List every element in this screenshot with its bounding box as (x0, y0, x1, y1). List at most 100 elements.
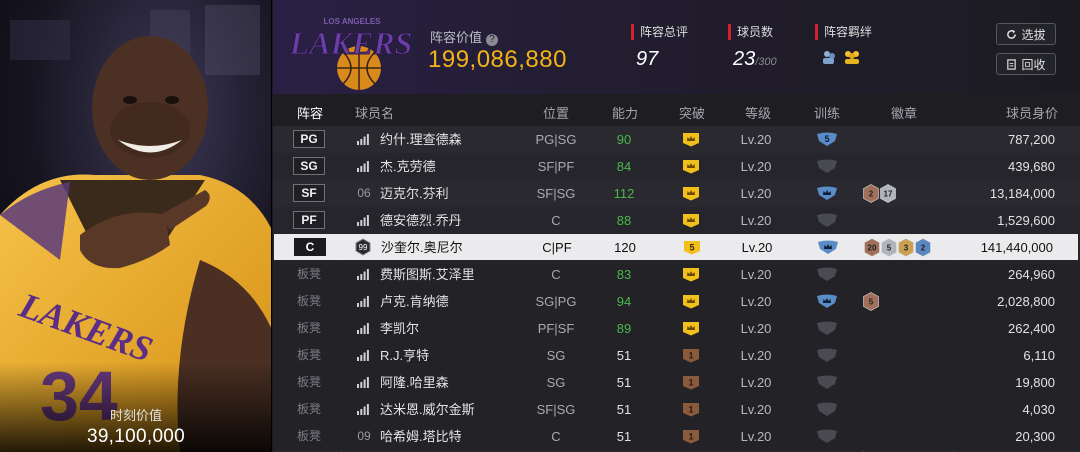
player-level: Lv.20 (740, 375, 772, 390)
table-row[interactable]: PF 德安德烈.乔丹 C 88 Lv.20 1,529,600 (273, 207, 1080, 234)
training-crown-icon (817, 186, 837, 200)
table-row[interactable]: 板凳 费斯图斯.艾泽里 C 83 Lv.20 264,960 (273, 261, 1080, 288)
table-row[interactable]: 板凳 R.J.亨特 SG 51 1 Lv.20 6,110 (273, 342, 1080, 369)
player-rating: 89 (616, 321, 632, 336)
help-icon[interactable]: ? (486, 34, 499, 46)
lineup-slot-badge: PG (293, 130, 325, 148)
player-card[interactable]: LAKERS 34 时刻价值 39,100,000 (0, 0, 272, 452)
player-position: C|PF (542, 240, 572, 255)
player-level: Lv.20 (740, 159, 772, 174)
breakthrough-level-icon: 1 (683, 349, 699, 363)
bench-label: 板凳 (297, 402, 322, 416)
player-position: SG (546, 348, 566, 363)
crown-icon (683, 133, 699, 147)
table-row[interactable]: SF 06 迈克尔.芬利 SF|SG 112 Lv.20 2 17 13,184,000 (273, 180, 1080, 207)
col-level[interactable]: 等级 (745, 103, 771, 122)
player-rating: 88 (616, 213, 632, 228)
overall-rating-value: 97 (636, 48, 659, 70)
svg-text:20: 20 (868, 244, 877, 253)
roster-table: 阵容 球员名 位置 能力 突破 等级 训练 徽章 球员身价 PG 约什.理查德森 P… (273, 94, 1080, 452)
svg-text:2: 2 (869, 190, 874, 199)
select-button[interactable]: 选拔 (996, 23, 1056, 45)
table-row[interactable]: 板凳 09 哈希姆.塔比特 C 51 1 Lv.20 20,300 (273, 423, 1080, 450)
badge-silver-icon[interactable]: 17 (880, 184, 896, 203)
player-name: 迈克尔.芬利 (380, 186, 449, 201)
player-value: 6,110 (1023, 348, 1055, 363)
table-row[interactable]: C 99 沙奎尔.奥尼尔 C|PF 120 5 Lv.20 20 5 3 2 141,440,000 (274, 234, 1078, 260)
table-row[interactable]: 板凳 达米恩.威尔金斯 SF|SG 51 1 Lv.20 4,030 (273, 396, 1080, 423)
badges-group[interactable]: 2 17 (863, 184, 896, 203)
player-rating: 84 (616, 159, 632, 174)
col-breakthrough[interactable]: 突破 (679, 103, 705, 122)
table-row[interactable]: PG 约什.理查德森 PG|SG 90 Lv.20 5 787,200 (273, 126, 1080, 153)
player-value: 13,184,000 (989, 186, 1055, 201)
player-position: SG|PG (535, 294, 577, 309)
player-position: SG (546, 375, 566, 390)
lineup-slot-badge: SG (293, 157, 325, 175)
training-crown-icon (818, 240, 838, 254)
table-row[interactable]: 板凳 阿隆.哈里森 SG 51 1 Lv.20 19,800 (273, 369, 1080, 396)
signal-icon (357, 215, 369, 226)
refresh-icon (1007, 29, 1017, 39)
table-row[interactable]: 板凳 卢克.肯纳德 SG|PG 94 Lv.20 5 2,028,800 (273, 288, 1080, 315)
crown-icon (683, 214, 699, 228)
col-rating[interactable]: 能力 (612, 103, 638, 122)
badges-group[interactable]: 5 (863, 292, 879, 311)
crown-icon (683, 322, 699, 336)
moment-value: 39,100,000 (86, 426, 186, 447)
player-level: Lv.20 (740, 294, 772, 309)
player-position: SF|SG (536, 402, 576, 417)
jersey-number-badge: 99 (355, 238, 371, 256)
player-position: SF|SG (536, 186, 576, 201)
badge-bronze-icon[interactable]: 2 (863, 184, 879, 203)
table-row[interactable]: SG 杰.克劳德 SF|PF 84 Lv.20 439,680 (273, 153, 1080, 180)
svg-text:2: 2 (921, 244, 926, 253)
overall-rating-label: 阵容总评 (631, 24, 688, 40)
recycle-button[interactable]: 回收 (996, 53, 1056, 75)
crown-icon (683, 160, 699, 174)
player-value: 1,529,600 (997, 213, 1055, 228)
bond-group-icon[interactable] (843, 49, 861, 65)
col-name[interactable]: 球员名 (355, 103, 394, 122)
moment-value-label: 时刻价值 (109, 408, 162, 423)
svg-text:LAKERS: LAKERS (289, 25, 413, 61)
badge-bronze-icon[interactable]: 5 (863, 292, 879, 311)
signal-icon (357, 134, 369, 145)
badges-group[interactable]: 20 5 3 2 (864, 238, 931, 257)
bench-label: 板凳 (297, 321, 322, 335)
jersey-number: 06 (357, 186, 371, 200)
col-value[interactable]: 球员身价 (1006, 103, 1058, 122)
player-level: Lv.20 (740, 321, 772, 336)
badge-blue-icon[interactable]: 2 (915, 238, 931, 257)
player-value: 141,440,000 (980, 240, 1053, 255)
col-lineup[interactable]: 阵容 (297, 103, 323, 122)
col-badges[interactable]: 徽章 (891, 103, 917, 122)
player-level: Lv.20 (740, 267, 772, 282)
bench-label: 板凳 (297, 294, 322, 308)
table-header: 阵容 球员名 位置 能力 突破 等级 训练 徽章 球员身价 (273, 94, 1080, 126)
bond-pair-icon[interactable] (821, 49, 837, 65)
breakthrough-level-icon: 1 (683, 403, 699, 417)
col-training[interactable]: 训练 (814, 103, 840, 122)
col-position[interactable]: 位置 (543, 103, 569, 122)
badge-silver-icon[interactable]: 5 (881, 238, 897, 257)
bench-label: 板凳 (297, 267, 322, 281)
training-level-icon: 5 (817, 132, 837, 146)
player-value: 20,300 (1015, 429, 1055, 444)
badge-bronze-icon[interactable]: 20 (864, 238, 880, 257)
table-row[interactable]: 板凳 李凯尔 PF|SF 89 Lv.20 262,400 (273, 315, 1080, 342)
breakthrough-level-icon: 5 (684, 241, 700, 255)
training-empty-icon (817, 213, 837, 227)
signal-icon (357, 404, 369, 415)
lineup-value-label: 阵容价值? (430, 27, 499, 46)
badge-gold-icon[interactable]: 3 (898, 238, 914, 257)
player-rating: 120 (614, 240, 636, 255)
player-rating: 112 (613, 186, 635, 201)
signal-icon (357, 350, 369, 361)
player-name: 德安德烈.乔丹 (380, 213, 462, 228)
breakthrough-level-icon: 1 (683, 376, 699, 390)
player-position: PG|SG (535, 132, 577, 147)
player-position: C (551, 213, 561, 228)
player-rating: 90 (616, 132, 632, 147)
player-name: 杰.克劳德 (380, 159, 436, 174)
